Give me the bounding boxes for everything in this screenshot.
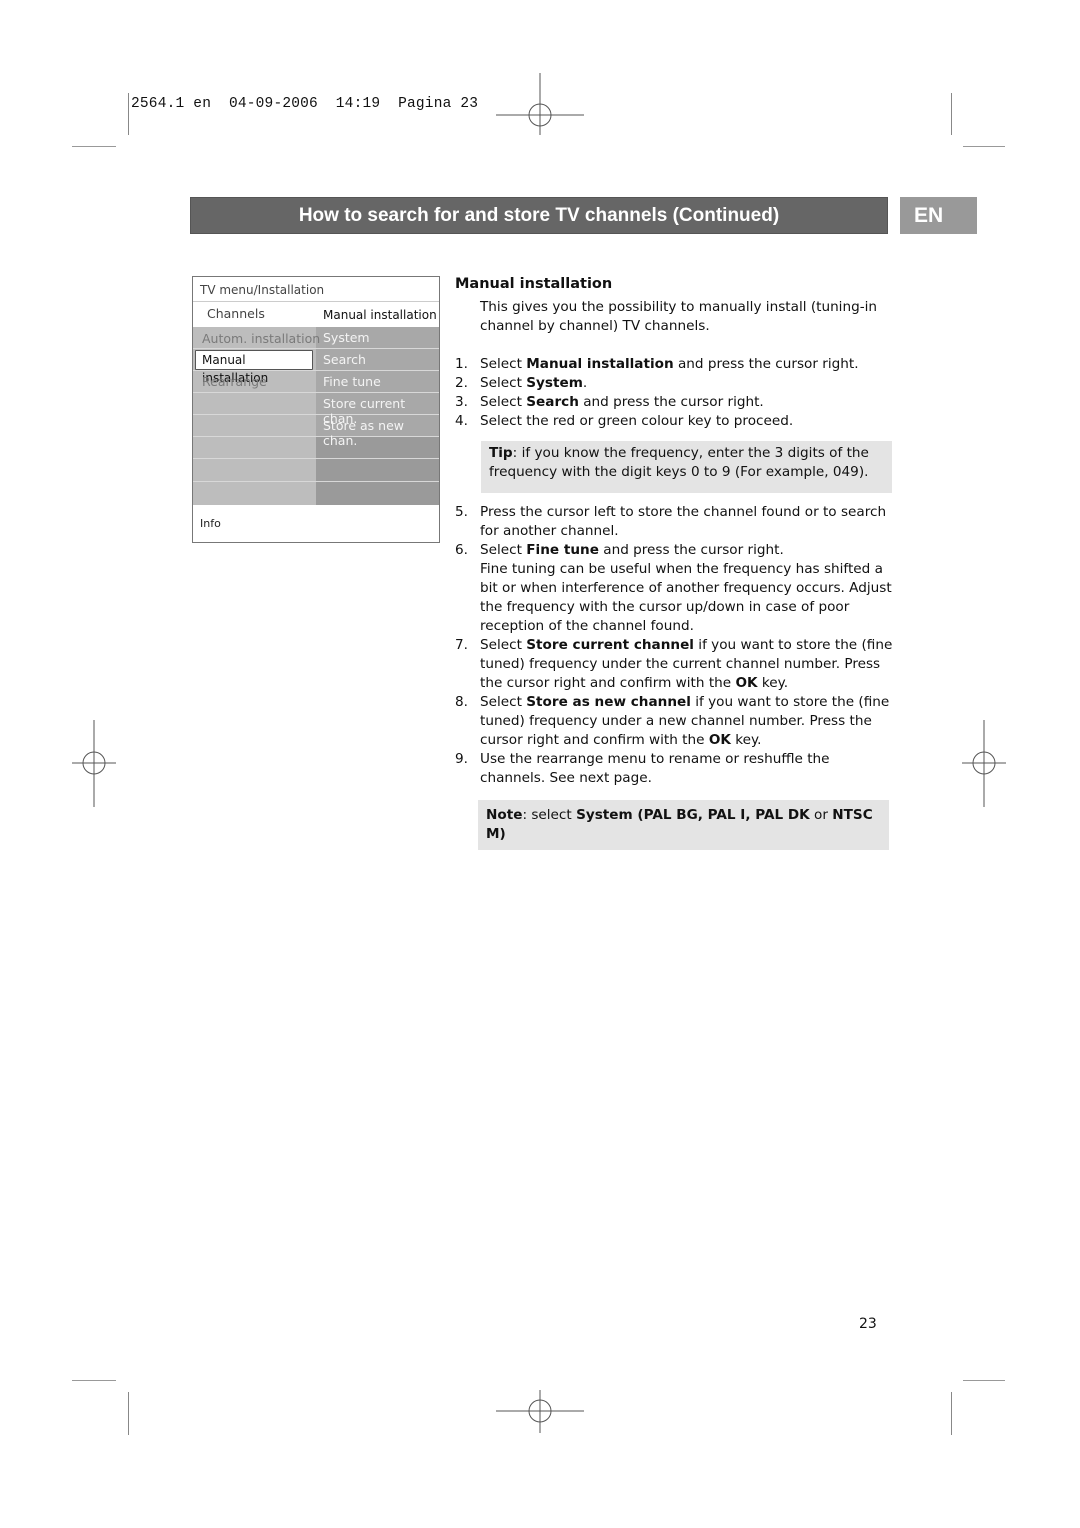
- registration-mark-icon: [496, 1390, 584, 1433]
- menu-item-manual-installation[interactable]: Manual installation: [195, 350, 313, 385]
- note-text: : select: [522, 807, 577, 823]
- step-text: Select the red or green colour key to pr…: [480, 413, 794, 429]
- step-text: key.: [757, 675, 789, 691]
- step-number: 5.: [455, 504, 468, 520]
- step-ui-term: Store current channel: [526, 637, 694, 653]
- step-text: Press the cursor left to store the chann…: [480, 504, 887, 539]
- step-text: and press the cursor right.: [578, 394, 764, 410]
- divider: [193, 392, 439, 393]
- steps-list-a: 1. Select Manual installation and press t…: [455, 355, 895, 431]
- crop-mark: [128, 93, 129, 135]
- ok-key-label: OK: [735, 675, 758, 691]
- menu-right-header: Manual installation: [323, 308, 437, 322]
- step-item: 3. Select Search and press the cursor rig…: [455, 393, 895, 412]
- menu-breadcrumb: TV menu/Installation: [200, 283, 325, 297]
- print-header: 2564.1 en 04-09-2006 14:19 Pagina 23: [131, 96, 478, 112]
- manual-installation-section: Manual installation This gives you the p…: [455, 274, 895, 850]
- menu-left-header: Channels: [207, 306, 265, 321]
- crop-mark: [72, 1380, 116, 1381]
- crop-mark: [128, 1392, 129, 1435]
- crop-mark: [951, 1392, 952, 1435]
- print-time: 14:19: [335, 96, 381, 112]
- submenu-item-store-new[interactable]: Store as new chan.: [323, 418, 439, 448]
- step-number: 6.: [455, 542, 468, 558]
- print-page-label: Pagina 23: [398, 96, 479, 112]
- page-number: 23: [859, 1316, 877, 1332]
- step-ui-term: Fine tune: [526, 542, 599, 558]
- ok-key-label: OK: [708, 732, 731, 748]
- section-heading: Manual installation: [455, 276, 613, 292]
- tip-text: : if you know the frequency, enter the 3…: [489, 445, 869, 480]
- divider: [193, 458, 439, 459]
- step-item: 1. Select Manual installation and press t…: [455, 355, 895, 374]
- step-detail: Fine tuning can be useful when the frequ…: [480, 561, 892, 634]
- submenu-item-search[interactable]: Search: [323, 352, 366, 367]
- step-number: 1.: [455, 356, 468, 372]
- section-title-bar: How to search for and store TV channels …: [190, 197, 888, 234]
- step-item: 7. Select Store current channel if you wa…: [455, 636, 895, 693]
- step-text: Select: [480, 637, 527, 653]
- step-text: and press the cursor right.: [673, 356, 859, 372]
- step-number: 4.: [455, 413, 468, 429]
- step-ui-term: System: [526, 375, 583, 391]
- tip-label: Tip: [489, 445, 513, 461]
- step-text: Select: [480, 356, 527, 372]
- step-number: 3.: [455, 394, 468, 410]
- language-badge: EN: [900, 197, 977, 234]
- step-item: 2. Select System.: [455, 374, 895, 393]
- tip-box: Tip: if you know the frequency, enter th…: [481, 441, 892, 493]
- step-text: Select: [480, 542, 527, 558]
- submenu-item-fine-tune[interactable]: Fine tune: [323, 374, 381, 389]
- crop-mark: [72, 146, 116, 147]
- step-item: 4. Select the red or green colour key to …: [455, 412, 895, 431]
- registration-mark-icon: [496, 73, 584, 135]
- step-item: 5. Press the cursor left to store the cha…: [455, 503, 895, 541]
- step-item: 9. Use the rearrange menu to rename or re…: [455, 750, 895, 788]
- tv-menu-illustration: TV menu/Installation Channels Manual ins…: [192, 276, 440, 543]
- step-number: 9.: [455, 751, 468, 767]
- divider: [193, 301, 439, 302]
- step-number: 2.: [455, 375, 468, 391]
- step-text: Select: [480, 375, 527, 391]
- step-ui-term: Store as new channel: [526, 694, 691, 710]
- step-number: 8.: [455, 694, 468, 710]
- step-text: Select: [480, 694, 527, 710]
- step-number: 7.: [455, 637, 468, 653]
- steps-list-b: 5. Press the cursor left to store the cha…: [455, 503, 895, 788]
- crop-mark: [951, 93, 952, 135]
- step-text: key.: [730, 732, 762, 748]
- registration-mark-icon: [72, 720, 116, 807]
- step-ui-term: Search: [526, 394, 579, 410]
- submenu-item-system[interactable]: System: [323, 330, 370, 345]
- menu-info-label: Info: [200, 517, 221, 530]
- step-text: and press the cursor right.: [598, 542, 784, 558]
- section-intro: This gives you the possibility to manual…: [480, 299, 877, 334]
- menu-item-rearrange[interactable]: Rearrange: [202, 374, 267, 389]
- note-text: or: [809, 807, 833, 823]
- menu-item-autom-installation[interactable]: Autom. installation: [202, 331, 320, 346]
- crop-mark: [963, 146, 1005, 147]
- registration-mark-icon: [962, 720, 1006, 807]
- note-systems: System (PAL BG, PAL I, PAL DK: [576, 807, 810, 823]
- print-job: 2564.1 en: [131, 96, 212, 112]
- divider: [193, 348, 439, 349]
- divider: [193, 481, 439, 482]
- menu-grid: Autom. installation Manual installation …: [193, 327, 439, 505]
- step-item: 8. Select Store as new channel if you wan…: [455, 693, 895, 750]
- step-text: Select: [480, 394, 527, 410]
- step-ui-term: Manual installation: [526, 356, 674, 372]
- note-box: Note: select System (PAL BG, PAL I, PAL …: [478, 800, 889, 850]
- print-date: 04-09-2006: [228, 96, 318, 112]
- crop-mark: [963, 1380, 1005, 1381]
- step-text: Use the rearrange menu to rename or resh…: [480, 751, 830, 786]
- step-text: .: [582, 375, 588, 391]
- note-label: Note: [486, 807, 523, 823]
- step-item: 6. Select Fine tune and press the cursor …: [455, 541, 895, 636]
